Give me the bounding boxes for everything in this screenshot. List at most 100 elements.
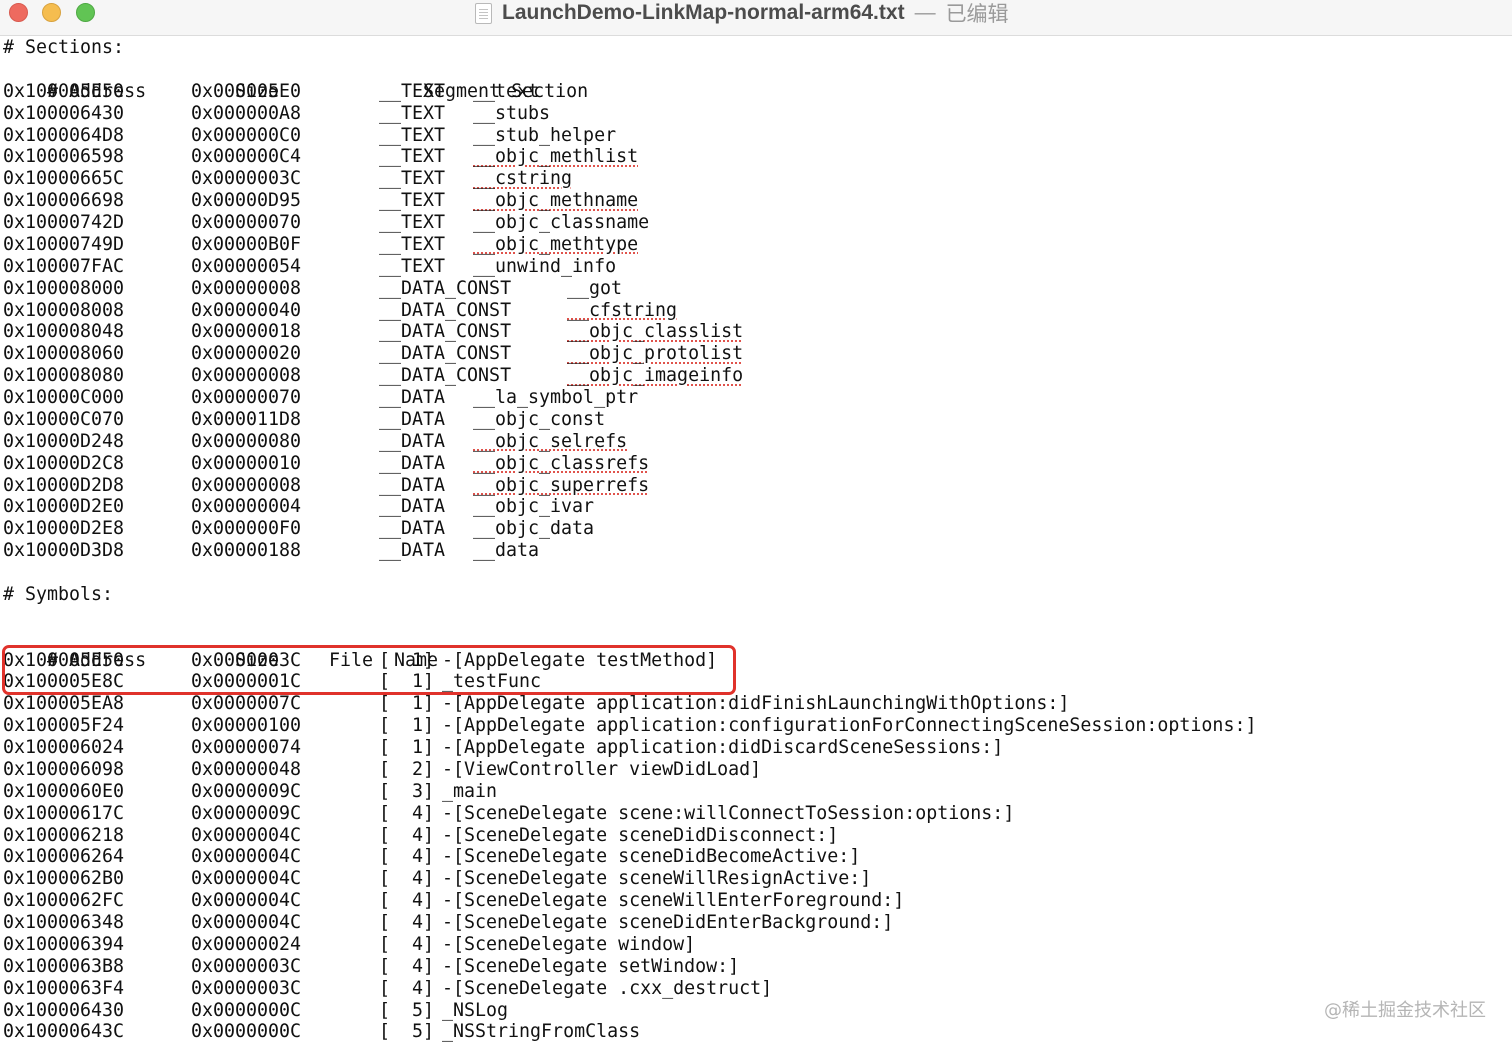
watermark: @稀土掘金技术社区	[1324, 1000, 1486, 1021]
symbol-address: 0x100006024	[3, 737, 125, 758]
section-row: 0x100006698 0x00000D95 __TEXT __objc_methna…	[3, 190, 1512, 212]
section-row: 0x100007FAC 0x00000054 __TEXT __unwind_info	[3, 256, 1512, 278]
section-address: 0x100007FAC	[3, 255, 125, 277]
section-address: 0x10000D2C8	[3, 452, 125, 474]
section-row: 0x100008080 0x00000008 __DATA_CONST __objc_…	[3, 365, 1512, 387]
symbol-address: 0x100005EA8	[3, 693, 125, 715]
symbol-name: -[AppDelegate application:didDiscardScen…	[442, 737, 1004, 758]
section-row: 0x10000665C 0x0000003C __TEXT __cstring	[3, 168, 1512, 190]
sections-column-header: # Address Size Segment Section	[3, 59, 1512, 102]
section-address: 0x100008048	[3, 321, 125, 343]
symbol-size: 0x0000004C	[191, 824, 302, 846]
symbol-name: -[AppDelegate application:didFinishLaunc…	[442, 693, 1070, 715]
section-segment: __DATA_CONST	[379, 343, 512, 365]
text-editor-content[interactable]: # Sections: # Address Size Segment Section…	[3, 37, 1512, 1045]
symbol-file-index: [ 1]	[379, 715, 435, 737]
symbols-table: 0x100005E50 0x0000003C[ 1] -[AppDelegate t…	[3, 650, 1512, 1044]
symbol-address: 0x1000063F4	[3, 977, 125, 999]
symbol-size: 0x0000004C	[191, 868, 302, 890]
symbol-name: _NSStringFromClass	[442, 1021, 641, 1043]
symbol-file-index: [ 2]	[379, 758, 435, 780]
section-name: __objc_imageinfo	[567, 365, 744, 387]
symbol-size: 0x00000048	[191, 758, 302, 780]
window-title-filename[interactable]: LaunchDemo-LinkMap-normal-arm64.txt	[502, 1, 905, 25]
section-size: 0x00000070	[191, 387, 302, 408]
section-name: __stubs	[473, 102, 551, 124]
section-name: __objc_ivar	[473, 496, 595, 518]
section-size: 0x00000008	[191, 474, 302, 496]
section-address: 0x10000665C	[3, 168, 125, 190]
section-name: __objc_const	[473, 408, 606, 430]
section-address: 0x100008008	[3, 299, 125, 321]
section-segment: __DATA	[379, 430, 446, 452]
section-name: __unwind_info	[473, 255, 617, 277]
symbol-file-index: [ 4]	[379, 802, 435, 824]
section-row: 0x10000749D 0x00000B0F __TEXT __objc_methty…	[3, 234, 1512, 256]
window-title-status: 已编辑	[945, 3, 1009, 26]
symbol-size: 0x0000004C	[191, 912, 302, 933]
section-row: 0x10000D248 0x00000080 __DATA __objc_selref…	[3, 431, 1512, 453]
symbol-name: -[SceneDelegate sceneDidBecomeActive:]	[442, 846, 861, 868]
section-address: 0x10000D2D8	[3, 474, 125, 496]
section-row: 0x10000D2C8 0x00000010 __DATA __objc_classr…	[3, 453, 1512, 475]
symbol-file-index: [ 3]	[379, 780, 435, 802]
section-row: 0x100008048 0x00000018 __DATA_CONST __objc_…	[3, 321, 1512, 343]
symbol-name: -[SceneDelegate sceneWillResignActive:]	[442, 868, 872, 890]
text-document-icon[interactable]	[475, 2, 492, 24]
section-row: 0x1000064D8 0x000000C0 __TEXT __stub_helper	[3, 125, 1512, 147]
section-size: 0x00000054	[191, 255, 302, 277]
section-segment: __TEXT	[379, 212, 446, 233]
section-address: 0x10000C000	[3, 387, 125, 408]
section-segment: __TEXT	[379, 80, 446, 102]
section-name: __objc_methtype	[473, 233, 639, 255]
symbol-address: 0x100006218	[3, 824, 125, 846]
section-segment: __DATA	[379, 387, 446, 408]
section-segment: __DATA	[379, 474, 446, 496]
symbol-address: 0x100005F24	[3, 715, 125, 737]
symbol-file-index: [ 1]	[379, 693, 435, 715]
symbol-name: _NSLog	[442, 999, 509, 1021]
section-segment: __DATA_CONST	[379, 365, 512, 387]
section-row: 0x100008060 0x00000020 __DATA_CONST __objc_…	[3, 343, 1512, 365]
symbol-name: -[SceneDelegate scene:willConnectToSessi…	[442, 802, 1015, 824]
symbol-address: 0x1000062FC	[3, 890, 125, 912]
section-address: 0x10000D248	[3, 430, 125, 452]
section-size: 0x00000040	[191, 299, 302, 321]
symbol-size: 0x0000003C	[191, 955, 302, 977]
symbol-row: 0x1000063B8 0x0000003C [ 4] -[SceneDelegate…	[3, 956, 1512, 978]
symbol-name: -[SceneDelegate setWindow:]	[442, 955, 740, 977]
symbol-name: -[SceneDelegate window]	[442, 933, 696, 955]
minimize-window-button[interactable]	[42, 3, 61, 22]
symbol-name: -[SceneDelegate sceneWillEnterForeground…	[442, 890, 905, 912]
symbol-name: -[AppDelegate application:configurationF…	[442, 715, 1257, 737]
section-row: 0x100008008 0x00000040 __DATA_CONST __cfstr…	[3, 300, 1512, 322]
section-address: 0x100006430	[3, 102, 125, 124]
symbol-row: 0x1000062FC 0x0000004C [ 4] -[SceneDelegate…	[3, 890, 1512, 912]
section-address: 0x1000064D8	[3, 124, 125, 146]
section-segment: __TEXT	[379, 124, 446, 146]
section-size: 0x00000004	[191, 496, 302, 518]
zoom-window-button[interactable]	[76, 3, 95, 22]
section-name: __data	[473, 540, 540, 562]
symbol-row: 0x10000643C 0x0000000C [ 5] _NSStringFromCl…	[3, 1021, 1512, 1043]
symbol-address: 0x1000063B8	[3, 955, 125, 977]
section-address: 0x10000D3D8	[3, 540, 125, 562]
section-size: 0x00000010	[191, 452, 302, 474]
section-size: 0x00000B0F	[191, 233, 302, 255]
section-address: 0x10000C070	[3, 408, 125, 430]
section-name: __objc_classrefs	[473, 452, 650, 474]
section-row: 0x100005E50 0x000005E0 __TEXT __text	[3, 81, 1512, 103]
symbol-address: 0x100006430	[3, 999, 125, 1021]
section-segment: __DATA_CONST	[379, 321, 512, 343]
symbol-address: 0x1000060E0	[3, 780, 125, 802]
section-size: 0x00000D95	[191, 190, 302, 212]
window-title-separator: —	[914, 1, 936, 24]
close-window-button[interactable]	[9, 3, 28, 22]
section-segment: __DATA	[379, 496, 446, 518]
section-name: __stub_helper	[473, 124, 617, 146]
section-size: 0x000000C4	[191, 146, 302, 168]
symbol-file-index: [ 4]	[379, 912, 435, 933]
symbol-file-index: [ 1]	[379, 737, 435, 758]
section-name: __cstring	[473, 168, 573, 190]
